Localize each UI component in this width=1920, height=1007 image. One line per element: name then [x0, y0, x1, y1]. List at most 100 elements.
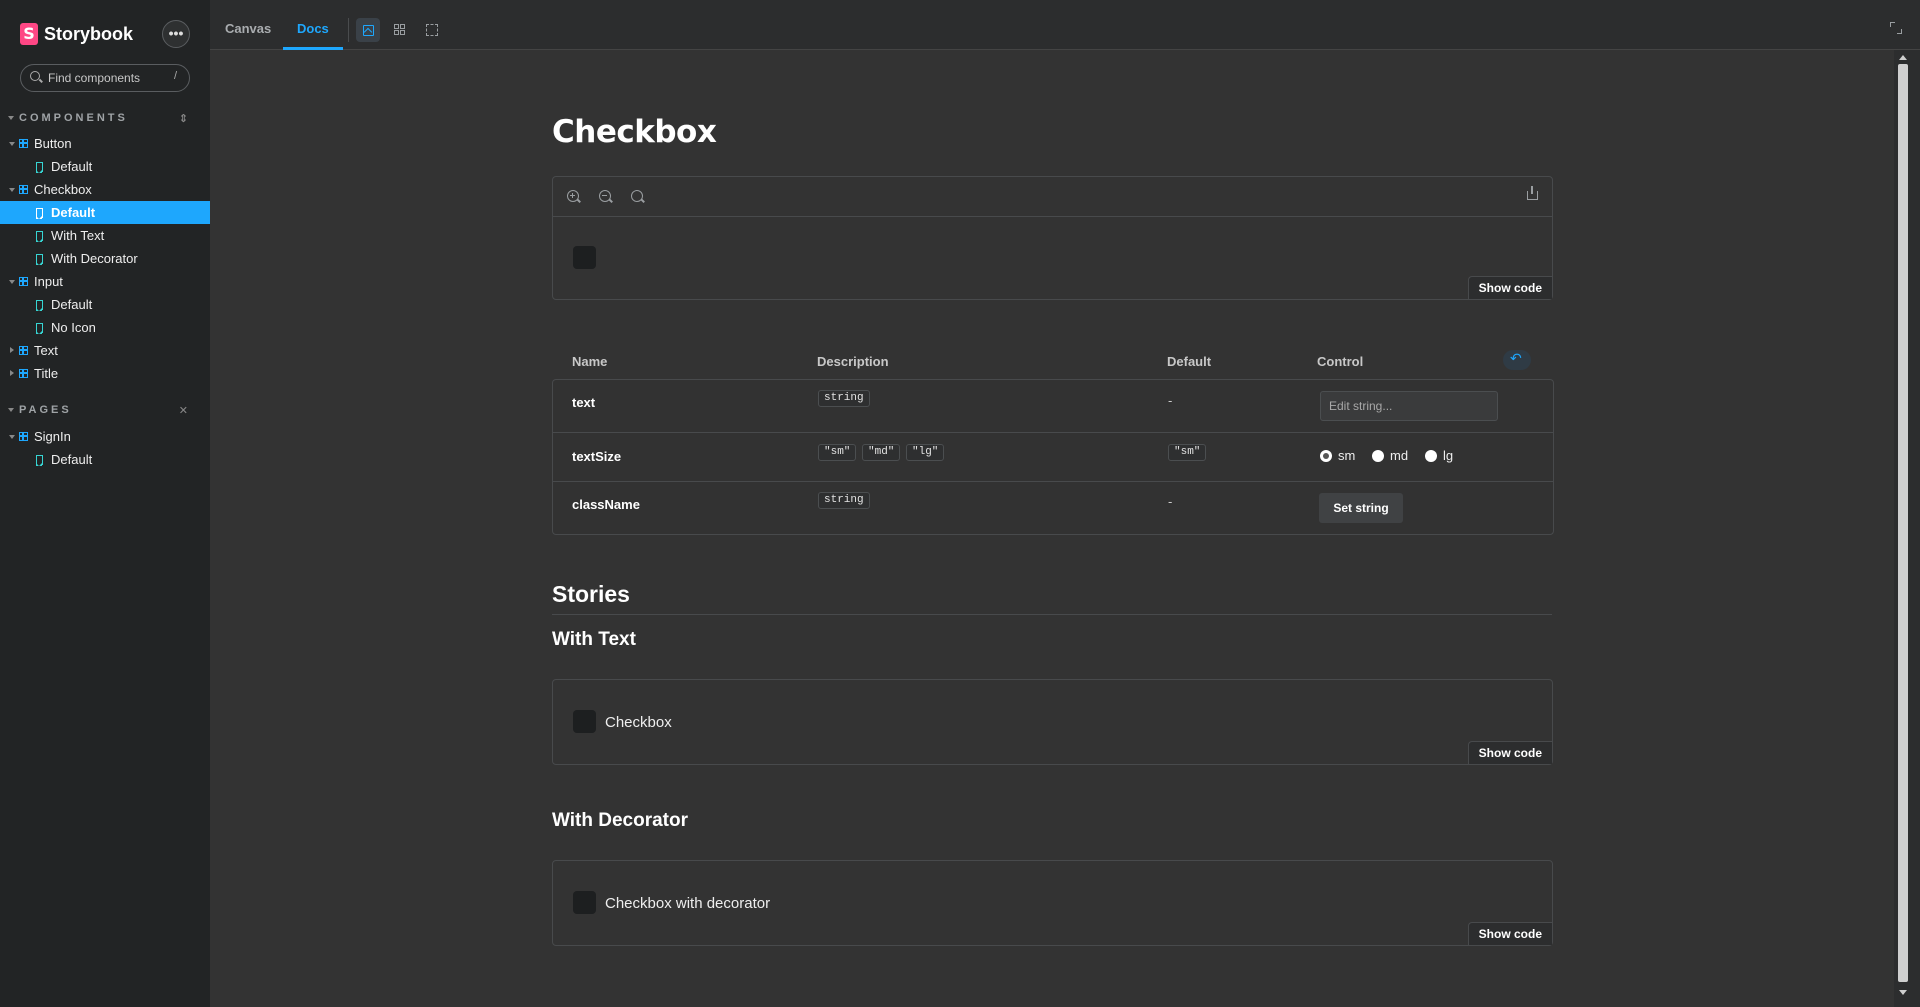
show-code-button[interactable]: Show code	[1467, 741, 1552, 764]
stories-heading: Stories	[552, 581, 1552, 615]
component-icon	[19, 139, 28, 148]
radio-dot[interactable]	[1425, 450, 1437, 462]
section-components-header[interactable]: COMPONENTS ⇕	[8, 112, 188, 128]
sidebar-item-label: No Icon	[51, 320, 96, 335]
type-chip: "md"	[862, 444, 901, 461]
sidebar-story-signin-default[interactable]: Default	[0, 448, 210, 471]
checkbox[interactable]	[573, 710, 596, 733]
zoom-out-icon[interactable]	[599, 190, 611, 202]
page-title: Checkbox	[552, 114, 717, 150]
share-icon[interactable]	[1527, 186, 1538, 200]
sidebar-item-label: Default	[51, 205, 96, 220]
sidebar-item-label: Input	[34, 274, 63, 289]
radio-label: lg	[1443, 448, 1454, 463]
section-components-title: COMPONENTS	[19, 112, 128, 124]
caret-right-icon	[10, 370, 14, 376]
sidebar-item-label: Title	[34, 366, 59, 381]
brand-name[interactable]: Storybook	[44, 23, 133, 45]
sidebar-item-label: Button	[34, 136, 72, 151]
story-preview-with-decorator: Checkbox with decorator Show code	[552, 860, 1553, 946]
scroll-down-icon[interactable]	[1899, 990, 1907, 995]
fullscreen-icon[interactable]	[1890, 22, 1902, 34]
storybook-logo-icon[interactable]: S	[20, 23, 38, 45]
sidebar-item-signin[interactable]: SignIn	[0, 425, 210, 448]
checkbox-label[interactable]: Checkbox	[605, 714, 672, 731]
story-title-with-text: With Text	[552, 629, 636, 650]
image-button[interactable]	[356, 18, 380, 42]
caret-down-icon	[9, 188, 15, 192]
bookmark-icon	[36, 162, 43, 173]
bookmark-icon	[36, 323, 43, 334]
checkbox[interactable]	[573, 246, 596, 269]
toolbar-divider	[348, 18, 349, 42]
scroll-thumb[interactable]	[1898, 64, 1908, 982]
sidebar-item-label: Checkbox	[34, 182, 92, 197]
header-description: Description	[817, 354, 889, 369]
primary-preview: Show code	[552, 176, 1553, 300]
zoom-reset-icon[interactable]	[631, 190, 643, 202]
sidebar-story-checkbox-default[interactable]: Default	[0, 201, 210, 224]
sidebar-story-button-default[interactable]: Default	[0, 155, 210, 178]
sidebar-item-checkbox[interactable]: Checkbox	[0, 178, 210, 201]
search-icon	[30, 71, 40, 81]
sidebar-item-input[interactable]: Input	[0, 270, 210, 293]
expand-collapse-icon[interactable]: ⇕	[179, 112, 188, 125]
component-icon	[19, 185, 28, 194]
outline-icon	[426, 24, 438, 36]
story-title-with-decorator: With Decorator	[552, 810, 689, 831]
show-code-button[interactable]: Show code	[1467, 922, 1552, 945]
reset-controls-button[interactable]	[1503, 350, 1531, 370]
tab-docs[interactable]: Docs	[283, 0, 343, 50]
grid-icon	[394, 24, 406, 36]
sidebar-story-checkbox-with-text[interactable]: With Text	[0, 224, 210, 247]
caret-down-icon	[8, 116, 14, 121]
toolbar: Canvas Docs	[210, 0, 1920, 50]
outline-button[interactable]	[420, 18, 444, 42]
set-string-button[interactable]: Set string	[1319, 493, 1403, 523]
more-menu-button[interactable]: •••	[162, 20, 190, 48]
search-shortcut-key: /	[173, 70, 177, 82]
preview-toolbar	[553, 177, 1552, 217]
type-chip: "lg"	[906, 444, 945, 461]
bookmark-icon	[36, 300, 43, 311]
sidebar-item-button[interactable]: Button	[0, 132, 210, 155]
zoom-in-icon[interactable]	[567, 190, 579, 202]
collapse-icon[interactable]: ✕	[179, 404, 188, 417]
type-chip: "sm"	[818, 444, 857, 461]
bookmark-icon	[36, 254, 43, 265]
section-pages-header[interactable]: PAGES ✕	[8, 404, 188, 420]
bookmark-icon	[36, 231, 43, 242]
radio-label: sm	[1338, 448, 1356, 463]
sidebar-item-title[interactable]: Title	[0, 362, 210, 385]
type-chip: string	[818, 492, 870, 509]
radio-dot[interactable]	[1320, 450, 1332, 462]
prop-name: text	[572, 395, 596, 410]
scrollbar[interactable]	[1895, 52, 1909, 997]
sidebar-story-checkbox-with-decorator[interactable]: With Decorator	[0, 247, 210, 270]
header-control: Control	[1317, 354, 1364, 369]
args-table: text string - textSize "sm" "md" "lg" "s…	[552, 379, 1554, 535]
table-row: textSize "sm" "md" "lg" "sm" sm md lg	[553, 433, 1553, 481]
show-code-button[interactable]: Show code	[1467, 276, 1552, 299]
sidebar-item-label: Default	[51, 452, 93, 467]
prop-name: className	[572, 497, 640, 512]
image-icon	[363, 25, 374, 36]
sidebar-story-input-default[interactable]: Default	[0, 293, 210, 316]
sidebar-item-text[interactable]: Text	[0, 339, 210, 362]
search-input[interactable]	[48, 69, 168, 87]
scroll-up-icon[interactable]	[1899, 55, 1907, 60]
type-chip: string	[818, 390, 870, 407]
search-box[interactable]: /	[20, 64, 190, 92]
sidebar-item-label: SignIn	[34, 429, 71, 444]
sidebar-item-label: With Text	[51, 228, 105, 243]
radio-dot[interactable]	[1372, 450, 1384, 462]
caret-down-icon	[8, 408, 14, 413]
sidebar-story-input-no-icon[interactable]: No Icon	[0, 316, 210, 339]
caret-right-icon	[10, 347, 14, 353]
grid-button[interactable]	[388, 18, 412, 42]
tab-canvas[interactable]: Canvas	[225, 0, 271, 50]
checkbox[interactable]	[573, 891, 596, 914]
text-control-input[interactable]	[1320, 391, 1498, 421]
caret-down-icon	[9, 280, 15, 284]
checkbox-label[interactable]: Checkbox with decorator	[605, 895, 770, 912]
